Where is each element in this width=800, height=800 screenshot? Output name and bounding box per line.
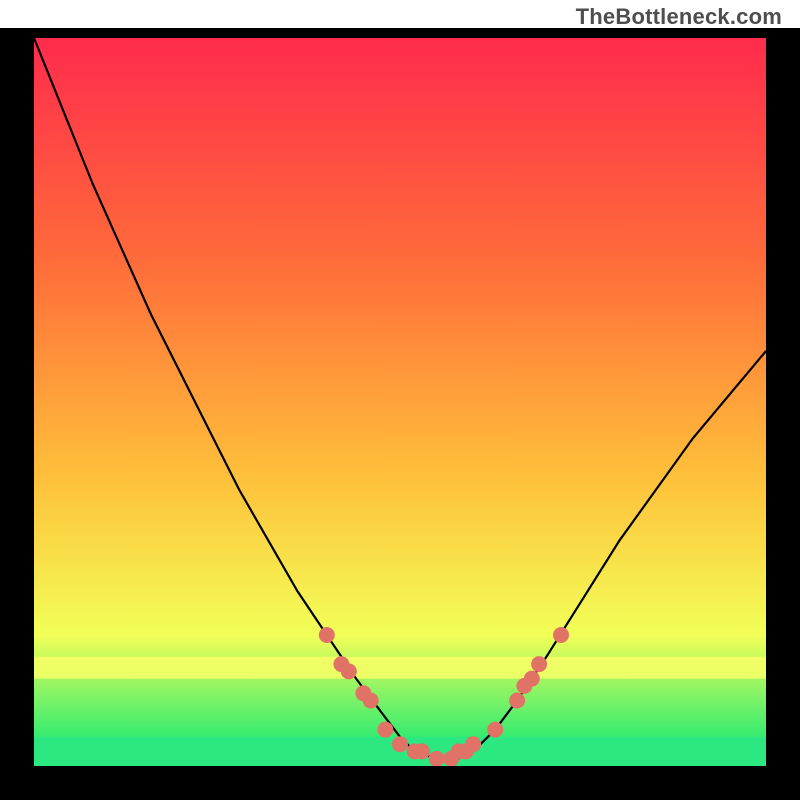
chart-frame-bar <box>766 28 800 800</box>
curve-marker <box>553 627 569 643</box>
chart-frame-bar <box>0 766 800 800</box>
curve-marker <box>487 722 503 738</box>
curve-marker <box>531 656 547 672</box>
curve-marker <box>377 722 393 738</box>
yellow-band <box>34 657 766 679</box>
curve-marker <box>524 671 540 687</box>
curve-marker <box>392 736 408 752</box>
chart-frame <box>0 28 800 800</box>
curve-marker <box>319 627 335 643</box>
watermark-text: TheBottleneck.com <box>576 4 782 30</box>
curve-marker <box>341 663 357 679</box>
curve-marker <box>465 736 481 752</box>
chart-frame-bar <box>0 28 34 800</box>
bottleneck-chart <box>0 28 800 800</box>
curve-marker <box>363 693 379 709</box>
curve-marker <box>509 693 525 709</box>
curve-marker <box>429 751 445 767</box>
curve-marker <box>414 743 430 759</box>
